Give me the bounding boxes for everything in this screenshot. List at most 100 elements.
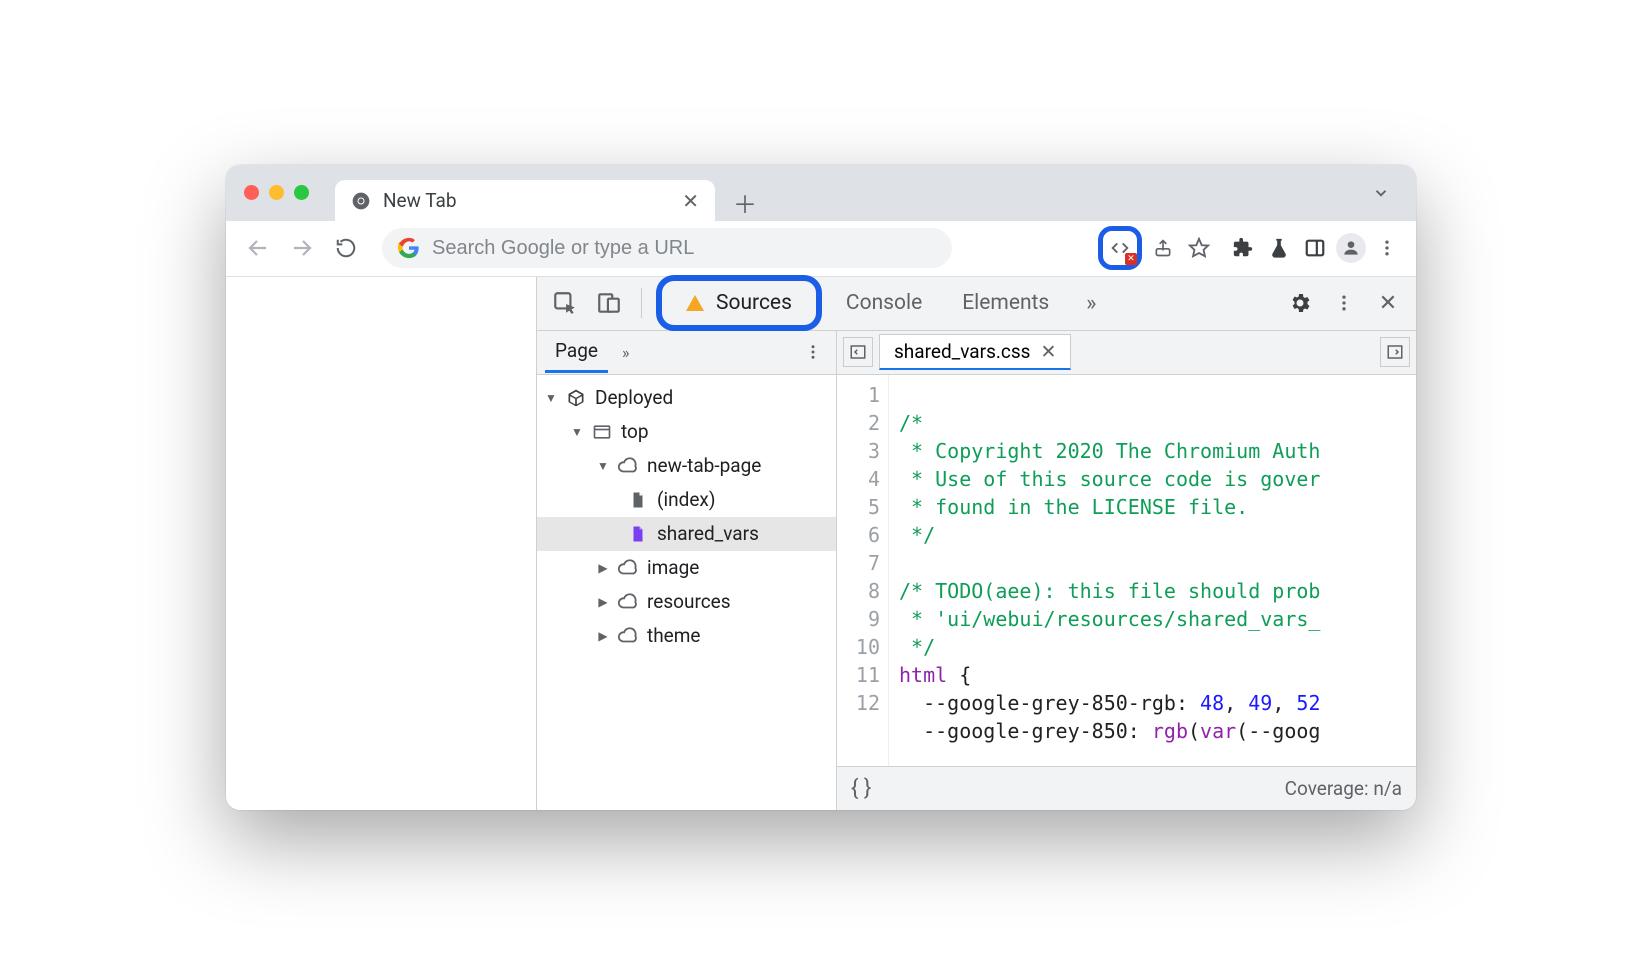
inspect-element-icon[interactable] xyxy=(547,285,583,321)
devtools-tabbar: Sources Console Elements » ✕ xyxy=(537,277,1416,331)
tree-label: shared_vars xyxy=(657,522,759,545)
toolbar: ✕ xyxy=(226,221,1416,277)
tree-label: (index) xyxy=(657,488,715,511)
tree-label: top xyxy=(621,420,649,443)
navigator-menu-button[interactable] xyxy=(798,337,828,367)
line-gutter: 123456789101112 xyxy=(837,375,889,766)
google-icon xyxy=(398,237,420,259)
editor-tabbar: shared_vars.css ✕ xyxy=(837,331,1416,375)
settings-gear-icon[interactable] xyxy=(1282,285,1318,321)
navigator-more-tabs[interactable]: » xyxy=(616,337,636,368)
tree-node-index[interactable]: ▶ (index) xyxy=(537,483,836,517)
tree-label: Deployed xyxy=(595,386,673,409)
more-tabs-button[interactable]: » xyxy=(1073,285,1109,321)
cloud-icon xyxy=(617,557,639,579)
tab-console[interactable]: Console xyxy=(830,283,938,323)
tree-label: new-tab-page xyxy=(647,454,761,477)
tree-node-deployed[interactable]: ▼ Deployed xyxy=(537,381,836,415)
expand-arrow-icon: ▼ xyxy=(545,391,557,405)
frame-icon xyxy=(591,421,613,443)
close-tab-button[interactable]: ✕ xyxy=(682,189,699,213)
window-controls xyxy=(244,185,309,200)
tree-node-shared-vars[interactable]: ▶ shared_vars xyxy=(537,517,836,551)
tab-elements[interactable]: Elements xyxy=(946,283,1065,323)
cloud-icon xyxy=(617,625,639,647)
tree-label: image xyxy=(647,556,699,579)
tab-label: Page xyxy=(555,339,598,362)
minimize-window-button[interactable] xyxy=(269,185,284,200)
separator xyxy=(641,288,642,318)
tab-search-button[interactable] xyxy=(1364,176,1398,210)
close-window-button[interactable] xyxy=(244,185,259,200)
tab-strip: New Tab ✕ ＋ xyxy=(335,165,763,221)
expand-arrow-icon: ▼ xyxy=(571,425,583,439)
chrome-icon xyxy=(351,191,371,211)
tab-label: Console xyxy=(846,291,922,315)
editor-statusbar: { } Coverage: n/a xyxy=(837,766,1416,810)
back-button[interactable] xyxy=(240,230,276,266)
extensions-icon[interactable] xyxy=(1228,233,1258,263)
page-viewport xyxy=(226,277,536,810)
editor-tab-shared-vars[interactable]: shared_vars.css ✕ xyxy=(879,334,1071,370)
close-editor-tab-button[interactable]: ✕ xyxy=(1040,340,1056,363)
expand-arrow-icon: ▼ xyxy=(597,459,609,473)
tree-label: resources xyxy=(647,590,731,613)
profile-avatar-icon[interactable] xyxy=(1336,233,1366,263)
side-panel-icon[interactable] xyxy=(1300,233,1330,263)
deployed-cube-icon xyxy=(565,387,587,409)
code-content: /* * Copyright 2020 The Chromium Auth * … xyxy=(889,375,1416,766)
bookmark-star-icon[interactable] xyxy=(1184,233,1214,263)
chrome-menu-button[interactable] xyxy=(1372,233,1402,263)
labs-icon[interactable] xyxy=(1264,233,1294,263)
file-icon xyxy=(627,489,649,511)
editor-tab-label: shared_vars.css xyxy=(894,340,1030,363)
tree-node-new-tab-page[interactable]: ▼ new-tab-page xyxy=(537,449,836,483)
file-tree: ▼ Deployed ▼ top ▼ new-tab-page xyxy=(537,375,836,810)
collapse-arrow-icon: ▶ xyxy=(597,629,609,643)
source-editor: shared_vars.css ✕ 123456789101112 /* * C… xyxy=(837,331,1416,810)
tree-node-resources[interactable]: ▶ resources xyxy=(537,585,836,619)
forward-button[interactable] xyxy=(284,230,320,266)
tree-label: theme xyxy=(647,624,701,647)
close-devtools-button[interactable]: ✕ xyxy=(1370,285,1406,321)
code-editor[interactable]: 123456789101112 /* * Copyright 2020 The … xyxy=(837,375,1416,766)
tree-node-top[interactable]: ▼ top xyxy=(537,415,836,449)
tab-label: Sources xyxy=(716,291,792,315)
tree-node-theme[interactable]: ▶ theme xyxy=(537,619,836,653)
collapse-arrow-icon: ▶ xyxy=(597,561,609,575)
collapse-arrow-icon: ▶ xyxy=(597,595,609,609)
css-file-icon xyxy=(627,523,649,545)
tree-node-image[interactable]: ▶ image xyxy=(537,551,836,585)
new-tab-button[interactable]: ＋ xyxy=(727,185,763,221)
tab-label: Elements xyxy=(962,291,1049,315)
browser-window: New Tab ✕ ＋ ✕ xyxy=(226,165,1416,810)
sources-tab-highlight: Sources xyxy=(656,275,822,331)
pretty-print-icon[interactable]: { } xyxy=(851,776,871,801)
content-area: Sources Console Elements » ✕ xyxy=(226,277,1416,810)
omnibox[interactable] xyxy=(382,228,952,268)
devtools-indicator-highlight: ✕ xyxy=(1098,226,1142,270)
tab-sources[interactable]: Sources xyxy=(670,283,808,323)
reload-button[interactable] xyxy=(328,230,364,266)
coverage-status: Coverage: n/a xyxy=(1285,777,1402,800)
devtools-error-indicator-icon[interactable]: ✕ xyxy=(1105,233,1135,263)
browser-tab[interactable]: New Tab ✕ xyxy=(335,180,715,222)
omnibox-input[interactable] xyxy=(432,237,936,260)
devtools-panel: Sources Console Elements » ✕ xyxy=(536,277,1416,810)
cloud-icon xyxy=(617,455,639,477)
device-toolbar-icon[interactable] xyxy=(591,285,627,321)
editor-nav-toggle-icon[interactable] xyxy=(843,337,873,367)
sources-navigator: Page » ▼ Deployed xyxy=(537,331,837,810)
share-icon[interactable] xyxy=(1148,233,1178,263)
editor-sidebar-toggle-icon[interactable] xyxy=(1380,337,1410,367)
toolbar-actions: ✕ xyxy=(1098,226,1402,270)
tab-title: New Tab xyxy=(383,189,457,212)
warning-icon xyxy=(686,295,704,311)
devtools-menu-button[interactable] xyxy=(1326,285,1362,321)
navigator-tab-page[interactable]: Page xyxy=(545,331,608,373)
titlebar: New Tab ✕ ＋ xyxy=(226,165,1416,221)
maximize-window-button[interactable] xyxy=(294,185,309,200)
devtools-body: Page » ▼ Deployed xyxy=(537,331,1416,810)
cloud-icon xyxy=(617,591,639,613)
navigator-tabbar: Page » xyxy=(537,331,836,375)
